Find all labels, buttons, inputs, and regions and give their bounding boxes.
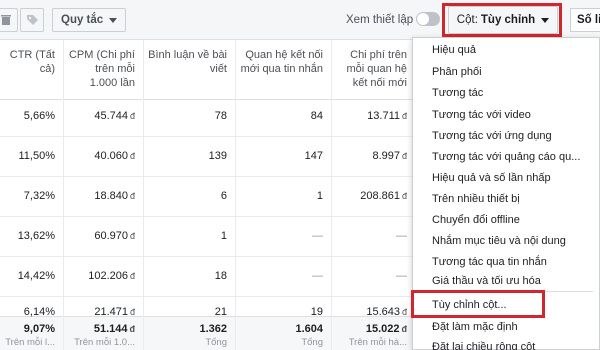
total-value: 15.022 đ [365,323,407,335]
table-cell: 18 [214,270,227,282]
total-sub: Trên mỗi hà... [348,337,407,348]
tag-icon [26,14,38,25]
column-header[interactable]: Bình luận về bài viết [144,40,235,100]
table-cell: 60.970 đ [94,230,135,242]
column-header[interactable]: Quan hệ kết nối mới qua tin nhắn [236,40,331,100]
table-cell: 19 [310,306,323,318]
table-cell: 8.997 đ [372,150,407,162]
delete-button[interactable] [0,8,18,32]
menu-item-tuong-tac[interactable]: Tương tác [432,87,483,99]
table-cell: 5,66% [23,110,55,122]
table-cell: 139 [208,150,227,162]
menu-item-hieu-qua-lan-nhap[interactable]: Hiệu quả và số lần nhấp [432,172,551,184]
table-cell: 147 [304,150,323,162]
menu-item-tuong-tac-ung-dung[interactable]: Tương tác với ứng dụng [432,130,552,142]
xem-thiet-lap-toggle[interactable] [416,12,440,26]
table-cell: 14,42% [17,270,55,282]
table-cell: 45.744 đ [94,110,135,122]
table-cell: 78 [214,110,227,122]
total-value: 1.362 [199,323,227,335]
table-cell: 13.711 đ [367,110,407,122]
table-cell: 6 [220,190,227,202]
table-cell: 7,32% [23,190,55,202]
quy-tac-dropdown[interactable]: Quy tắc [52,8,127,32]
column-header[interactable]: Chi phí trên mỗi quan hệ kết nối mới [332,40,415,100]
table-cell: 18.840 đ [94,190,135,202]
total-sub: Trên mỗi 1.0... [74,337,135,348]
total-value: 9,07% [23,323,55,335]
menu-item-nham-muc-tieu[interactable]: Nhắm mục tiêu và nội dung [432,235,566,247]
menu-item-tuong-tac-quang-cao[interactable]: Tương tác với quảng cáo qu... [432,151,580,163]
menu-item-tuong-tac-tin-nhan[interactable]: Tương tác qua tin nhắn [432,256,547,268]
menu-item-tuong-tac-video[interactable]: Tương tác với video [432,109,531,121]
toggle-knob [417,13,429,25]
column-ctr: CTR (Tất cả) 5,66% 11,50% 7,32% 13,62% 1… [0,40,64,350]
table-cell: 84 [310,110,323,122]
total-sub: Tổng [301,337,323,348]
menu-item-hieu-qua[interactable]: Hiệu quả [432,44,476,56]
table-cell: 6,14% [23,306,55,318]
total-sub: Tổng [205,337,227,348]
table-cell: 11,50% [18,150,56,162]
total-sub: Trên mỗi l... [5,337,55,348]
table-cell: 13,62% [17,230,55,242]
column-chi-phi-quan-he: Chi phí trên mỗi quan hệ kết nối mới 13.… [332,40,416,350]
menu-item-dat-mac-dinh[interactable]: Đặt làm mặc định [432,321,518,333]
column-header[interactable]: CTR (Tất cả) [0,40,63,100]
table-cell: 21.471 đ [94,306,135,318]
menu-item-gia-thau[interactable]: Giá thầu và tối ưu hóa [432,275,541,287]
menu-item-dat-lai-chieu-rong[interactable]: Đặt lại chiều rộng cột [432,341,535,350]
table-cell: — [396,270,407,282]
highlight-box-tuy-chinh-cot [411,290,545,318]
quy-tac-label: Quy tắc [61,14,104,26]
so-lieu-button[interactable]: Số li [570,8,600,32]
xem-thiet-lap-label: Xem thiết lập [346,14,414,26]
trash-icon [1,15,11,25]
highlight-box-cot [442,3,562,37]
menu-item-nhieu-thiet-bi[interactable]: Trên nhiều thiết bị [432,193,520,205]
total-value: 51.144 đ [93,323,135,335]
tag-button[interactable] [20,8,44,32]
table-cell: 15.643 đ [366,306,407,318]
column-quan-he-ket-noi: Quan hệ kết nối mới qua tin nhắn 84 147 … [236,40,332,350]
column-header[interactable]: CPM (Chi phí trên mỗi 1.000 lần [64,40,143,100]
menu-item-phan-phoi[interactable]: Phân phối [432,66,482,78]
menu-item-chuyen-doi-offline[interactable]: Chuyển đổi offline [432,214,520,226]
table-cell: 1 [316,190,323,202]
total-value: 1.604 [295,323,323,335]
table-cell: 102.206 đ [88,270,135,282]
chevron-down-icon [109,17,118,23]
column-binh-luan: Bình luận về bài viết 78 139 6 1 18 21 1… [144,40,236,350]
table-cell: 21 [214,306,227,318]
so-lieu-label: Số li [577,14,600,26]
table-cell: 208.861 đ [360,190,407,202]
column-cpm: CPM (Chi phí trên mỗi 1.000 lần 45.744 đ … [64,40,144,350]
table-cell: 1 [220,230,227,242]
table-cell: — [312,230,323,242]
table-cell: 40.060 đ [94,150,135,162]
table-cell: — [396,230,407,242]
table-cell: — [312,270,323,282]
